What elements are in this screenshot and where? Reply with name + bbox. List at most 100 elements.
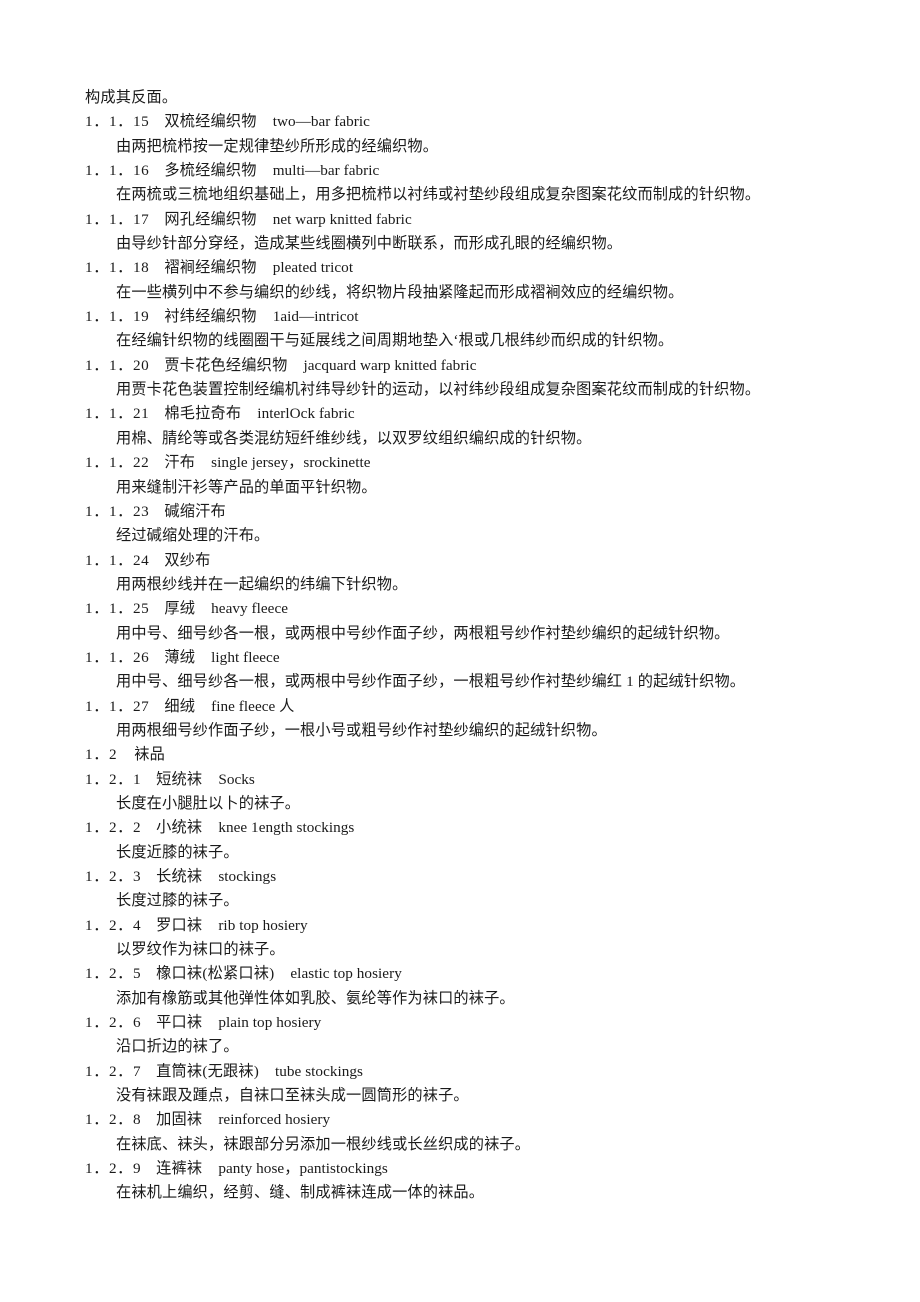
term-entry-line: 1．2．3 长统袜 stockings bbox=[85, 865, 850, 889]
entry-number: 1．2．9 bbox=[85, 1160, 142, 1178]
term-english: heavy fleece bbox=[211, 600, 289, 618]
entry-number: 1．2．5 bbox=[85, 965, 142, 983]
term-english: 1aid—intricot bbox=[272, 308, 359, 326]
term-english: knee 1ength stockings bbox=[218, 819, 355, 837]
entry-number: 1．2．1 bbox=[85, 770, 142, 788]
term-chinese: 网孔经编织物 bbox=[164, 210, 257, 228]
term-entry-line: 1．2．1 短统袜 Socks bbox=[85, 768, 850, 792]
entry-number: 1．1．23 bbox=[85, 502, 150, 520]
term-chinese: 袜品 bbox=[134, 746, 165, 764]
term-chinese: 汗布 bbox=[164, 454, 196, 472]
term-definition: 长度近膝的袜子。 bbox=[116, 843, 239, 861]
term-definition: 在袜底、袜头，袜跟部分另添加一根纱线或长丝织成的袜子。 bbox=[116, 1135, 531, 1153]
continued-paragraph: 构成其反面。 bbox=[85, 89, 178, 106]
term-english: interlOck fabric bbox=[257, 405, 355, 423]
term-definition: 用中号、细号纱各一根，或两根中号纱作面子纱，两根粗号纱作衬垫纱编织的起绒针织物。 bbox=[116, 624, 730, 642]
entry-number: 1．2．8 bbox=[85, 1111, 142, 1129]
term-definition: 没有袜跟及踵点，自袜口至袜头成一圆筒形的袜子。 bbox=[116, 1087, 469, 1105]
term-definition: 用棉、腈纶等或各类混纺短纤维纱线，以双罗纹组织编织成的针织物。 bbox=[116, 429, 592, 447]
term-english: net warp knitted fabric bbox=[272, 210, 412, 228]
term-entry-line: 1．1．22 汗布 single jersey，srockinette bbox=[85, 451, 850, 475]
entry-number: 1．1．17 bbox=[85, 210, 150, 228]
term-chinese: 连裤袜 bbox=[156, 1160, 203, 1178]
term-entry-line: 1．1．27 细绒 fine fleece 人 bbox=[85, 695, 850, 719]
term-entry-line: 1．1．21 棉毛拉奇布 interlOck fabric bbox=[85, 402, 850, 426]
entry-number: 1．1．22 bbox=[85, 454, 150, 472]
entry-number: 1．1．27 bbox=[85, 697, 150, 715]
term-english: tube stockings bbox=[275, 1062, 364, 1080]
term-entry-line: 1．2．2 小统袜 knee 1ength stockings bbox=[85, 816, 850, 840]
term-chinese: 多梳经编织物 bbox=[164, 162, 257, 180]
entry-number: 1．1．24 bbox=[85, 551, 150, 569]
term-definition: 以罗纹作为袜口的袜子。 bbox=[116, 941, 285, 959]
term-english: stockings bbox=[218, 868, 277, 885]
term-entry-line: 1．2．4 罗口袜 rib top hosiery bbox=[85, 914, 850, 938]
term-chinese: 罗口袜 bbox=[156, 916, 203, 934]
term-definition: 沿口折边的袜了。 bbox=[116, 1038, 239, 1056]
term-definition: 用来缝制汗衫等产品的单面平针织物。 bbox=[116, 478, 377, 496]
term-chinese: 细绒 bbox=[164, 697, 196, 715]
term-english: multi—bar fabric bbox=[272, 162, 380, 180]
term-english: fine fleece 人 bbox=[211, 697, 295, 715]
term-chinese: 长统袜 bbox=[156, 868, 203, 885]
term-chinese: 碱缩汗布 bbox=[164, 502, 226, 520]
entry-number: 1．1．15 bbox=[85, 113, 150, 131]
entry-number: 1．1．18 bbox=[85, 259, 150, 277]
term-english: pleated tricot bbox=[272, 259, 354, 277]
term-chinese: 平口袜 bbox=[156, 1014, 203, 1032]
term-english: rib top hosiery bbox=[218, 916, 308, 934]
term-entry-line: 1．1．20 贾卡花色经编织物 jacquard warp knitted fabr… bbox=[85, 354, 850, 378]
term-english: panty hose，pantistockings bbox=[218, 1160, 388, 1178]
term-chinese: 薄绒 bbox=[164, 648, 196, 666]
term-definition: 添加有橡筋或其他弹性体如乳胶、氨纶等作为袜口的袜子。 bbox=[116, 989, 515, 1007]
term-chinese: 贾卡花色经编织物 bbox=[164, 356, 288, 374]
term-chinese: 褶裥经编织物 bbox=[164, 259, 257, 277]
entry-number: 1．2．6 bbox=[85, 1014, 142, 1032]
term-entry-line: 1．2．5 橡口袜(松紧口袜) elastic top hosiery bbox=[85, 962, 850, 986]
term-chinese: 加固袜 bbox=[156, 1111, 203, 1129]
term-chinese: 衬纬经编织物 bbox=[164, 308, 257, 326]
term-entry-line: 1．1．23 碱缩汗布 bbox=[85, 500, 850, 524]
term-entry-line: 1．2．6 平口袜 plain top hosiery bbox=[85, 1011, 850, 1035]
term-definition: 用贾卡花色装置控制经编机衬纬导纱针的运动，以衬纬纱段组成复杂图案花纹而制成的针织… bbox=[116, 381, 761, 399]
entry-number: 1．2．7 bbox=[85, 1062, 142, 1080]
term-entry-line: 1．1．25 厚绒 heavy fleece bbox=[85, 597, 850, 621]
entry-number: 1．1．16 bbox=[85, 162, 150, 180]
entry-number: 1．2．4 bbox=[85, 916, 142, 934]
term-chinese: 直筒袜(无跟袜) bbox=[156, 1062, 259, 1080]
term-definition: 由导纱针部分穿经，造成某些线圈横列中断联系，而形成孔眼的经编织物。 bbox=[116, 235, 623, 253]
entry-number: 1．2．3 bbox=[85, 868, 142, 885]
term-definition: 经过碱缩处理的汗布。 bbox=[116, 527, 270, 545]
term-definition: 由两把梳栉按一定规律垫纱所形成的经编织物。 bbox=[116, 137, 439, 155]
term-entry-line: 1．2．9 连裤袜 panty hose，pantistockings bbox=[85, 1157, 850, 1181]
term-english: reinforced hosiery bbox=[218, 1111, 331, 1129]
terminology-entry-list: 1．1．15 双梳经编织物 two—bar fabric 由两把梳栉按一定规律垫纱所形… bbox=[85, 110, 850, 1205]
term-chinese: 短统袜 bbox=[156, 770, 203, 788]
term-english: plain top hosiery bbox=[218, 1014, 322, 1032]
term-english: light fleece bbox=[211, 648, 280, 666]
document-page: 构成其反面。 1．1．15 双梳经编织物 two—bar fabric 由两把梳栉按一… bbox=[0, 0, 920, 1302]
term-entry-line: 1．1．15 双梳经编织物 two—bar fabric bbox=[85, 110, 850, 134]
term-english: single jersey，srockinette bbox=[211, 454, 371, 472]
term-chinese: 橡口袜(松紧口袜) bbox=[156, 965, 275, 983]
term-definition: 在袜机上编织，经剪、缝、制成裤袜连成一体的袜品。 bbox=[116, 1184, 485, 1202]
term-entry-line: 1．2．8 加固袜 reinforced hosiery bbox=[85, 1108, 850, 1132]
section-heading: 1．2 袜品 bbox=[85, 743, 850, 767]
term-definition: 在两梳或三梳地组织基础上，用多把梳栉以衬纬或衬垫纱段组成复杂图案花纹而制成的针织… bbox=[116, 186, 761, 204]
term-entry-line: 1．1．17 网孔经编织物 net warp knitted fabric bbox=[85, 208, 850, 232]
term-definition: 长度在小腿肚以卜的袜子。 bbox=[116, 794, 301, 812]
term-definition: 在经编针织物的线圈圈干与延展线之间周期地垫入‘根或几根纬纱而织成的针织物。 bbox=[116, 332, 674, 350]
term-english: jacquard warp knitted fabric bbox=[303, 356, 477, 374]
term-english: elastic top hosiery bbox=[290, 965, 402, 983]
entry-number: 1．1．20 bbox=[85, 356, 150, 374]
entry-number: 1．2 bbox=[85, 746, 118, 764]
term-definition: 长度过膝的袜子。 bbox=[116, 892, 239, 910]
term-entry-line: 1．1．18 褶裥经编织物 pleated tricot bbox=[85, 256, 850, 280]
term-chinese: 棉毛拉奇布 bbox=[164, 405, 242, 423]
term-entry-line: 1．2．7 直筒袜(无跟袜) tube stockings bbox=[85, 1060, 850, 1084]
term-entry-line: 1．1．24 双纱布 bbox=[85, 549, 850, 573]
term-definition: 在一些横列中不参与编织的纱线，将织物片段抽紧隆起而形成褶裥效应的经编织物。 bbox=[116, 283, 684, 301]
term-english: Socks bbox=[218, 770, 255, 788]
term-chinese: 小统袜 bbox=[156, 819, 203, 837]
document-body: 构成其反面。 1．1．15 双梳经编织物 two—bar fabric 由两把梳栉按一… bbox=[85, 86, 850, 1206]
